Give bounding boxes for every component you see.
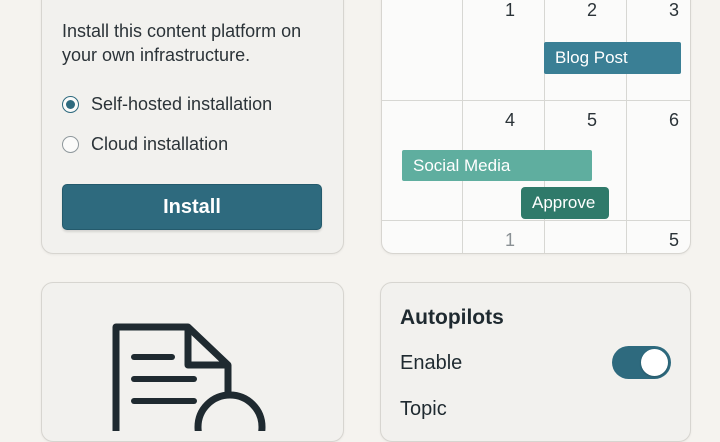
install-description: Install this content platform on your ow… [62,21,302,65]
calendar-day[interactable]: 5 [573,110,597,131]
calendar-gridline [382,220,690,221]
event-blog-post[interactable]: Blog Post [544,42,681,74]
event-approve[interactable]: Approve [521,187,609,219]
calendar-day[interactable]: 1 [491,230,515,251]
autopilots-card: Autopilots Enable Topic [380,282,691,442]
cloud-option[interactable]: Cloud installation [62,134,228,155]
self-hosted-label: Self-hosted installation [91,94,273,114]
calendar-day[interactable]: 6 [655,110,679,131]
enable-label: Enable [400,352,463,374]
calendar-gridline [462,0,463,253]
event-social-media[interactable]: Social Media [402,150,592,181]
document-card [41,282,344,442]
self-hosted-radio[interactable] [62,96,79,113]
calendar-gridline [626,0,627,253]
toggle-knob [641,349,668,376]
cloud-label: Cloud installation [91,134,229,154]
document-search-icon [112,323,266,431]
install-card: Install this content platform on your ow… [41,0,344,254]
cloud-radio[interactable] [62,136,79,153]
topic-label: Topic [400,398,447,420]
calendar-day[interactable]: 5 [655,230,679,251]
install-button[interactable]: Install [62,184,322,230]
calendar-day[interactable]: 2 [573,0,597,21]
calendar-day[interactable]: 3 [655,0,679,21]
calendar-day[interactable]: 1 [491,0,515,21]
calendar-day[interactable]: 4 [491,110,515,131]
self-hosted-option[interactable]: Self-hosted installation [62,94,272,115]
enable-toggle[interactable] [612,346,671,379]
calendar-card: 1 2 3 4 5 6 1 5 Blog Post Social Media A… [381,0,691,254]
autopilots-title: Autopilots [400,306,504,329]
calendar-gridline [382,100,690,101]
